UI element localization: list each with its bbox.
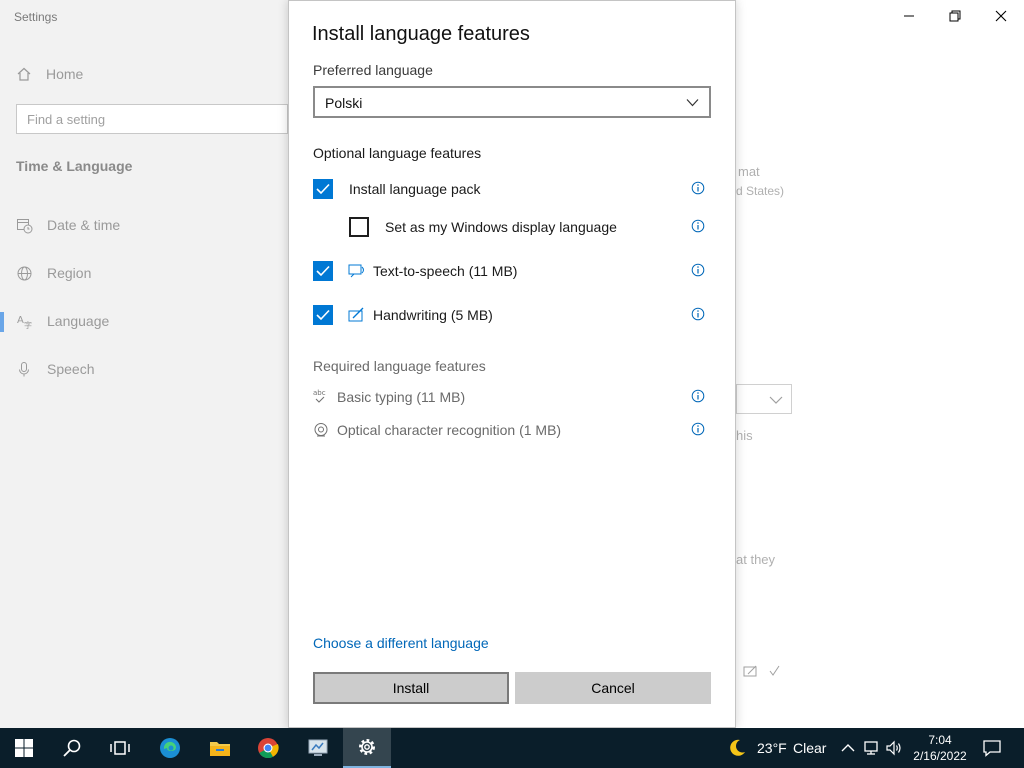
cancel-button[interactable]: Cancel (515, 672, 711, 704)
basic-typing-label: Basic typing (11 MB) (337, 389, 466, 405)
edge-taskbar-button[interactable] (146, 728, 194, 768)
restore-icon (949, 10, 961, 22)
start-button[interactable] (0, 728, 48, 768)
info-icon[interactable] (691, 219, 705, 233)
handwriting-label: Handwriting (5 MB) (373, 307, 493, 323)
chevron-up-icon[interactable] (839, 739, 857, 757)
behind-text: his (736, 428, 753, 443)
control-panel-icon (308, 739, 328, 756)
search-placeholder: Find a setting (27, 112, 106, 127)
minimize-icon (904, 15, 914, 17)
preferred-language-dropdown[interactable]: Polski (313, 86, 711, 118)
chrome-taskbar-button[interactable] (244, 728, 292, 768)
dialog-title: Install language features (312, 23, 530, 45)
sidebar-item-date-time[interactable]: Date & time (16, 214, 120, 236)
sidebar-item-label: Speech (47, 361, 95, 377)
install-language-pack-checkbox[interactable] (313, 179, 333, 199)
sidebar-item-label: Region (47, 265, 92, 281)
language-icon: A字 (17, 315, 32, 330)
close-icon (995, 10, 1007, 22)
behind-text: d States) (736, 184, 785, 198)
app-title: Settings (14, 10, 58, 24)
behind-dropdown[interactable] (736, 384, 792, 414)
calendar-clock-icon (17, 218, 33, 233)
install-button[interactable]: Install (313, 672, 509, 704)
optional-features-heading: Optional language features (313, 145, 482, 161)
nav-home-label: Home (46, 66, 84, 82)
gear-icon (359, 739, 375, 755)
settings-taskbar-button[interactable] (343, 728, 391, 768)
task-view-icon (110, 741, 130, 755)
minimize-button[interactable] (886, 0, 932, 32)
ocr-label: Optical character recognition (1 MB) (337, 422, 562, 438)
window-controls (886, 0, 1024, 32)
section-title: Time & Language (16, 158, 133, 174)
file-explorer-taskbar-button[interactable] (196, 728, 244, 768)
volume-icon[interactable] (885, 739, 903, 757)
handwriting-checkbox[interactable] (313, 305, 333, 325)
checkmark-icon (316, 183, 330, 195)
info-icon[interactable] (691, 263, 705, 277)
svg-text:字: 字 (24, 320, 32, 330)
display-language-checkbox[interactable] (349, 217, 369, 237)
search-button[interactable] (48, 728, 96, 768)
checkmark-icon (316, 265, 330, 277)
weather-condition[interactable]: Clear (793, 740, 826, 756)
home-icon (17, 67, 31, 81)
sidebar-item-label: Language (47, 313, 110, 329)
sidebar-item-speech[interactable]: Speech (16, 358, 94, 380)
install-language-pack-label: Install language pack (349, 181, 481, 197)
weather-temperature[interactable]: 23°F (757, 740, 787, 756)
clock-date: 2/16/2022 (913, 749, 967, 763)
edge-icon (160, 738, 180, 758)
sidebar-item-region[interactable]: Region (16, 262, 91, 284)
sidebar-item-language[interactable]: A字 Language (16, 310, 109, 332)
sidebar-item-label: Date & time (47, 217, 121, 233)
info-icon[interactable] (691, 307, 705, 321)
info-icon[interactable] (691, 422, 705, 436)
display-language-label: Set as my Windows display language (385, 219, 617, 235)
checkmark-icon (316, 309, 330, 321)
network-icon[interactable] (862, 739, 880, 757)
search-input[interactable]: Find a setting (16, 104, 288, 134)
feature-icons-behind (743, 665, 780, 677)
control-panel-taskbar-button[interactable] (294, 728, 342, 768)
clock-time: 7:04 (928, 733, 952, 747)
behind-text: at they (736, 552, 776, 567)
ocr-icon (314, 423, 328, 437)
taskbar: 23°F Clear 7:04 2/16/2022 (0, 728, 1024, 768)
clock[interactable]: 7:04 2/16/2022 (906, 732, 974, 764)
preferred-language-label: Preferred language (313, 62, 433, 78)
notification-icon[interactable] (982, 738, 1002, 758)
search-icon (63, 739, 81, 757)
active-indicator (0, 312, 4, 332)
dropdown-value: Polski (325, 95, 363, 111)
text-to-speech-checkbox[interactable] (313, 261, 333, 281)
windows-logo-icon (15, 739, 33, 757)
info-icon[interactable] (691, 181, 705, 195)
info-icon[interactable] (691, 389, 705, 403)
task-view-button[interactable] (96, 728, 144, 768)
chevron-down-icon (769, 396, 783, 404)
behind-text: mat (738, 164, 760, 179)
required-features-heading: Required language features (313, 358, 486, 374)
globe-icon (17, 266, 32, 280)
folder-icon (210, 742, 230, 756)
restore-button[interactable] (932, 0, 978, 32)
nav-home[interactable]: Home (16, 64, 83, 84)
close-button[interactable] (978, 0, 1024, 32)
chrome-icon (258, 738, 279, 759)
svg-text:A: A (17, 315, 24, 326)
abc-check-icon: abc (313, 389, 326, 403)
handwriting-icon (348, 307, 364, 322)
svg-text:abc: abc (313, 389, 326, 397)
install-language-dialog: Install language features Preferred lang… (288, 0, 736, 728)
text-to-speech-label: Text-to-speech (11 MB) (373, 263, 518, 279)
microphone-icon (19, 361, 29, 376)
nav-pane: Settings Home Find a setting Time & Lang… (0, 0, 290, 728)
moon-icon[interactable] (727, 738, 747, 758)
speech-icon (348, 264, 364, 278)
chevron-down-icon (686, 99, 699, 107)
choose-different-language-link[interactable]: Choose a different language (313, 635, 489, 651)
